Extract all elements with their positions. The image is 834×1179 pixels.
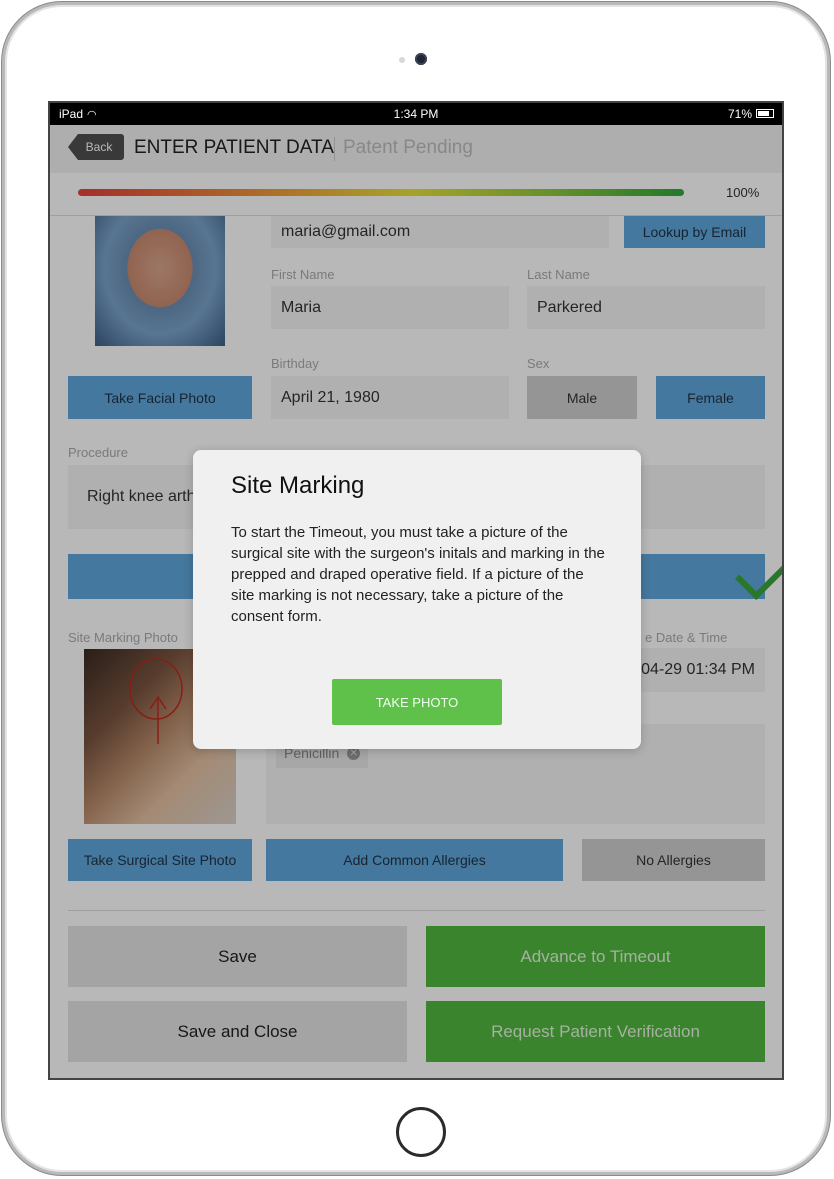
dialog-body: To start the Timeout, you must take a pi… (231, 524, 605, 625)
battery-icon (756, 109, 774, 118)
site-marking-dialog: Site Marking To start the Timeout, you m… (193, 450, 641, 749)
status-time: 1:34 PM (393, 107, 439, 121)
status-bar: iPad ◠ 1:34 PM 71% (50, 103, 782, 125)
dialog-title: Site Marking (231, 472, 365, 499)
camera-icon (415, 53, 427, 65)
take-photo-button[interactable]: TAKE PHOTO (332, 679, 502, 725)
battery-percent: 71% (727, 107, 752, 121)
home-button[interactable] (396, 1107, 446, 1157)
screen: iPad ◠ 1:34 PM 71% Back ENTER PATIENT DAT… (50, 103, 782, 1078)
sensor-dot (399, 57, 405, 63)
